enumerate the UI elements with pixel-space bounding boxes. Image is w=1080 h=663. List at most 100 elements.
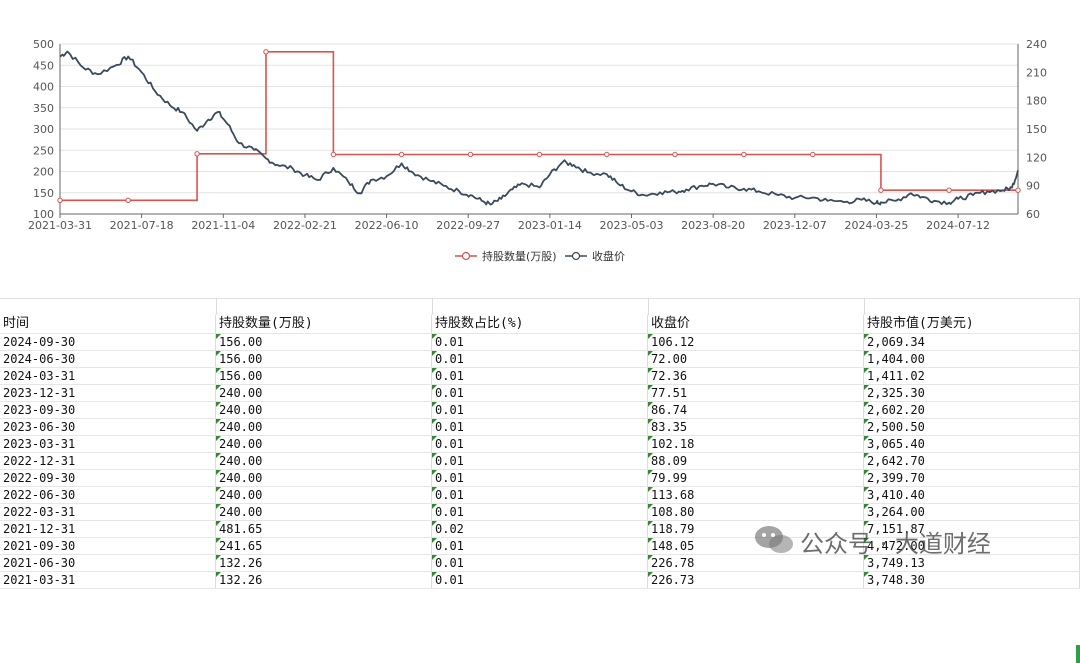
- header-holding-ratio[interactable]: 持股数占比(%): [431, 315, 648, 334]
- cell-holding-ratio[interactable]: 0.01: [431, 333, 648, 351]
- header-market-value[interactable]: 持股市值(万美元): [863, 315, 1080, 334]
- cell-market-value[interactable]: 2,500.50: [863, 418, 1080, 436]
- y-right-tick-label: 180: [1026, 95, 1047, 108]
- cell-holdings[interactable]: 156.00: [215, 333, 432, 351]
- cell-holdings[interactable]: 132.26: [215, 571, 432, 589]
- cell-holding-ratio[interactable]: 0.01: [431, 384, 648, 402]
- grid-cell[interactable]: [216, 299, 433, 315]
- cell-date[interactable]: 2024-09-30: [0, 333, 216, 351]
- cell-close-price[interactable]: 88.09: [647, 452, 864, 470]
- y-left-tick-label: 150: [33, 187, 54, 200]
- header-date[interactable]: 时间: [0, 315, 216, 334]
- cell-date[interactable]: 2021-09-30: [0, 537, 216, 555]
- cell-close-price[interactable]: 226.73: [647, 571, 864, 589]
- cell-market-value[interactable]: 2,069.34: [863, 333, 1080, 351]
- header-holdings[interactable]: 持股数量(万股): [215, 315, 432, 334]
- cell-date[interactable]: 2022-03-31: [0, 503, 216, 521]
- table-row: 2022-06-30 240.00 0.01 113.68 3,410.40: [0, 486, 1080, 504]
- cell-holdings[interactable]: 240.00: [215, 486, 432, 504]
- cell-holding-ratio[interactable]: 0.01: [431, 435, 648, 453]
- cell-market-value[interactable]: 1,411.02: [863, 367, 1080, 385]
- cell-holding-ratio[interactable]: 0.01: [431, 469, 648, 487]
- cell-market-value[interactable]: 3,065.40: [863, 435, 1080, 453]
- cell-close-price[interactable]: 86.74: [647, 401, 864, 419]
- scroll-marker[interactable]: [1076, 645, 1080, 663]
- holdings-point: [741, 151, 747, 158]
- cell-holdings[interactable]: 241.65: [215, 537, 432, 555]
- cell-holdings[interactable]: 156.00: [215, 367, 432, 385]
- cell-date[interactable]: 2023-09-30: [0, 401, 216, 419]
- x-tick-label: 2021-03-31: [28, 219, 92, 232]
- grid-cell[interactable]: [864, 299, 1080, 315]
- grid-cell[interactable]: [432, 299, 649, 315]
- cell-holding-ratio[interactable]: 0.01: [431, 418, 648, 436]
- cell-market-value[interactable]: 2,325.30: [863, 384, 1080, 402]
- cell-date[interactable]: 2022-06-30: [0, 486, 216, 504]
- x-tick-label: 2022-06-10: [355, 219, 419, 232]
- cell-date[interactable]: 2021-03-31: [0, 571, 216, 589]
- cell-holdings[interactable]: 132.26: [215, 554, 432, 572]
- x-tick-label: 2023-12-07: [763, 219, 827, 232]
- cell-holdings[interactable]: 240.00: [215, 503, 432, 521]
- grid-cell[interactable]: [0, 299, 217, 315]
- cell-close-price[interactable]: 113.68: [647, 486, 864, 504]
- cell-holdings[interactable]: 240.00: [215, 418, 432, 436]
- cell-market-value[interactable]: 3,410.40: [863, 486, 1080, 504]
- cell-holdings[interactable]: 240.00: [215, 384, 432, 402]
- cell-close-price[interactable]: 108.80: [647, 503, 864, 521]
- cell-market-value[interactable]: 2,399.70: [863, 469, 1080, 487]
- holdings-point: [263, 49, 269, 55]
- watermark: 公众号 · 大道财经: [752, 520, 1052, 560]
- cell-holdings[interactable]: 240.00: [215, 469, 432, 487]
- cell-market-value[interactable]: 2,642.70: [863, 452, 1080, 470]
- cell-holding-ratio[interactable]: 0.01: [431, 350, 648, 368]
- cell-holding-ratio[interactable]: 0.01: [431, 401, 648, 419]
- cell-close-price[interactable]: 106.12: [647, 333, 864, 351]
- cell-date[interactable]: 2024-03-31: [0, 367, 216, 385]
- wechat-icon: [755, 526, 793, 553]
- cell-close-price[interactable]: 79.99: [647, 469, 864, 487]
- cell-holding-ratio[interactable]: 0.01: [431, 554, 648, 572]
- cell-close-price[interactable]: 72.00: [647, 350, 864, 368]
- holdings-point: [536, 151, 543, 158]
- cell-date[interactable]: 2024-06-30: [0, 350, 216, 368]
- cell-close-price[interactable]: 72.36: [647, 367, 864, 385]
- grid-cell[interactable]: [648, 299, 865, 315]
- header-close-price[interactable]: 收盘价: [647, 315, 864, 334]
- table-row: 2023-06-30 240.00 0.01 83.35 2,500.50: [0, 418, 1080, 436]
- x-tick-label: 2023-05-03: [600, 219, 664, 232]
- cell-close-price[interactable]: 102.18: [647, 435, 864, 453]
- cell-holdings[interactable]: 240.00: [215, 452, 432, 470]
- cell-holdings[interactable]: 156.00: [215, 350, 432, 368]
- cell-holding-ratio[interactable]: 0.01: [431, 503, 648, 521]
- cell-date[interactable]: 2023-06-30: [0, 418, 216, 436]
- cell-date[interactable]: 2023-03-31: [0, 435, 216, 453]
- holdings-point: [604, 151, 610, 158]
- cell-market-value[interactable]: 1,404.00: [863, 350, 1080, 368]
- table-row: 2022-09-30 240.00 0.01 79.99 2,399.70: [0, 469, 1080, 487]
- cell-holding-ratio[interactable]: 0.01: [431, 571, 648, 589]
- cell-holdings[interactable]: 481.65: [215, 520, 432, 538]
- cell-holdings[interactable]: 240.00: [215, 435, 432, 453]
- cell-holdings[interactable]: 240.00: [215, 401, 432, 419]
- watermark-text: 公众号 · 大道财经: [800, 530, 991, 558]
- cell-holding-ratio[interactable]: 0.02: [431, 520, 648, 538]
- cell-close-price[interactable]: 77.51: [647, 384, 864, 402]
- cell-close-price[interactable]: 83.35: [647, 418, 864, 436]
- cell-date[interactable]: 2022-12-31: [0, 452, 216, 470]
- cell-holding-ratio[interactable]: 0.01: [431, 452, 648, 470]
- chart-area: 500 450 400 350 300 250 200 150 100 240 210 180 150 1…: [0, 0, 1080, 298]
- cell-holding-ratio[interactable]: 0.01: [431, 367, 648, 385]
- y-right-tick-label: 150: [1026, 123, 1047, 136]
- cell-date[interactable]: 2021-12-31: [0, 520, 216, 538]
- cell-holding-ratio[interactable]: 0.01: [431, 486, 648, 504]
- cell-market-value[interactable]: 3,264.00: [863, 503, 1080, 521]
- y-left-tick-label: 350: [33, 102, 54, 115]
- y-right-tick-label: 60: [1026, 208, 1040, 221]
- cell-market-value[interactable]: 2,602.20: [863, 401, 1080, 419]
- cell-date[interactable]: 2021-06-30: [0, 554, 216, 572]
- cell-holding-ratio[interactable]: 0.01: [431, 537, 648, 555]
- cell-market-value[interactable]: 3,748.30: [863, 571, 1080, 589]
- cell-date[interactable]: 2023-12-31: [0, 384, 216, 402]
- cell-date[interactable]: 2022-09-30: [0, 469, 216, 487]
